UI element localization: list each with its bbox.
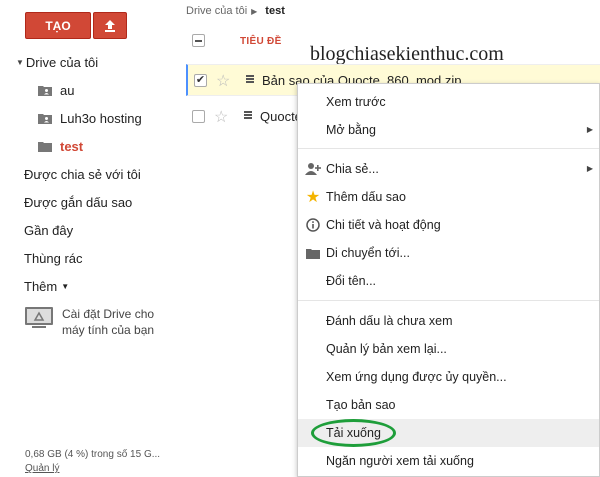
sidebar-item-label: Thêm bbox=[24, 278, 58, 294]
sidebar: TẠO ▼ Drive của tôi au Luh3o hosting tes… bbox=[0, 0, 180, 477]
menu-item-label: Chi tiết và hoạt động bbox=[326, 218, 441, 232]
row-checkbox[interactable]: ✔ bbox=[194, 74, 207, 87]
sidebar-item-label: Thùng rác bbox=[24, 250, 83, 266]
create-button[interactable]: TẠO bbox=[25, 12, 91, 39]
star-icon: ★ bbox=[305, 189, 321, 206]
breadcrumb: Drive của tôi ▶ test bbox=[186, 5, 285, 17]
menu-item-label: Quản lý bản xem lại... bbox=[326, 342, 447, 356]
storage-usage: 0,68 GB (4 %) trong số 15 G... bbox=[25, 449, 161, 460]
sidebar-item-label: Được chia sẻ với tôi bbox=[24, 166, 141, 182]
shared-folder-icon bbox=[38, 113, 52, 124]
star-outline-icon[interactable]: ☆ bbox=[216, 71, 230, 91]
sidebar-item-label: Gần đây bbox=[24, 222, 74, 238]
sidebar-item-more[interactable]: Thêm ▼ bbox=[0, 272, 180, 300]
file-type-icon bbox=[244, 111, 252, 120]
menu-item-label: Xem trước bbox=[326, 95, 386, 109]
submenu-arrow-icon: ▶ bbox=[586, 125, 593, 134]
install-drive-label: Cài đặt Drive cho máy tính của bạn bbox=[62, 307, 155, 337]
info-icon bbox=[305, 217, 321, 233]
sidebar-item-trash[interactable]: Thùng rác bbox=[0, 244, 180, 272]
menu-item-label: Ngăn người xem tải xuống bbox=[326, 454, 474, 468]
sidebar-item-shared-with-me[interactable]: Được chia sẻ với tôi bbox=[0, 160, 180, 188]
menu-item-label: Tạo bản sao bbox=[326, 398, 396, 412]
menu-item-label: Xem ứng dụng được ủy quyền... bbox=[326, 370, 507, 384]
menu-item-preview[interactable]: Xem trước bbox=[298, 88, 599, 116]
menu-item-move-to[interactable]: Di chuyển tới... bbox=[298, 239, 599, 267]
highlight-ring-annotation bbox=[311, 419, 396, 447]
menu-item-label: Thêm dấu sao bbox=[326, 190, 406, 204]
menu-item-mark-unviewed[interactable]: Đánh dấu là chưa xem bbox=[298, 307, 599, 335]
chevron-down-icon: ▼ bbox=[61, 281, 70, 291]
menu-item-manage-revisions[interactable]: Quản lý bản xem lại... bbox=[298, 335, 599, 363]
star-outline-icon[interactable]: ☆ bbox=[214, 107, 228, 127]
drive-computer-icon bbox=[25, 307, 53, 328]
sidebar-item-luh3o-hosting[interactable]: Luh3o hosting bbox=[0, 104, 180, 132]
sidebar-item-label: au bbox=[60, 82, 75, 98]
breadcrumb-root[interactable]: Drive của tôi bbox=[186, 5, 247, 17]
sidebar-item-label: Luh3o hosting bbox=[60, 110, 142, 126]
sidebar-item-label: Được gắn dấu sao bbox=[24, 194, 133, 210]
row-checkbox[interactable] bbox=[192, 110, 205, 123]
menu-item-add-star[interactable]: ★ Thêm dấu sao bbox=[298, 183, 599, 211]
sidebar-item-my-drive[interactable]: ▼ Drive của tôi bbox=[0, 48, 180, 76]
sidebar-nav: ▼ Drive của tôi au Luh3o hosting test Đư… bbox=[0, 48, 180, 300]
folder-icon bbox=[305, 245, 321, 261]
menu-item-share[interactable]: Chia sẻ... ▶ bbox=[298, 155, 599, 183]
upload-icon bbox=[105, 19, 115, 32]
sidebar-item-label: test bbox=[60, 138, 84, 154]
menu-item-rename[interactable]: Đổi tên... bbox=[298, 267, 599, 295]
breadcrumb-separator-icon: ▶ bbox=[251, 6, 258, 16]
breadcrumb-current: test bbox=[265, 5, 285, 17]
menu-item-open-with[interactable]: Mở bằng ▶ bbox=[298, 116, 599, 144]
submenu-arrow-icon: ▶ bbox=[586, 164, 593, 173]
menu-item-make-copy[interactable]: Tạo bản sao bbox=[298, 391, 599, 419]
sidebar-item-label: Drive của tôi bbox=[25, 54, 99, 70]
menu-item-authorized-apps[interactable]: Xem ứng dụng được ủy quyền... bbox=[298, 363, 599, 391]
context-menu: Xem trước Mở bằng ▶ Chia sẻ... ▶ ★ Thêm … bbox=[297, 83, 600, 477]
folder-icon bbox=[38, 141, 52, 152]
menu-divider bbox=[298, 148, 599, 149]
file-name[interactable]: Quocte bbox=[260, 109, 302, 124]
menu-item-label: Mở bằng bbox=[326, 123, 376, 137]
sidebar-item-recent[interactable]: Gần đây bbox=[0, 216, 180, 244]
menu-item-label: Chia sẻ... bbox=[326, 162, 379, 176]
menu-item-label: Đánh dấu là chưa xem bbox=[326, 314, 453, 328]
title-column-header[interactable]: TIÊU ĐỀ bbox=[240, 36, 282, 47]
select-all-checkbox[interactable] bbox=[192, 34, 205, 47]
menu-item-label: Đổi tên... bbox=[326, 274, 377, 288]
menu-item-details-activity[interactable]: Chi tiết và hoạt động bbox=[298, 211, 599, 239]
menu-item-prevent-download[interactable]: Ngăn người xem tải xuống bbox=[298, 447, 599, 475]
menu-item-label: Di chuyển tới... bbox=[326, 246, 410, 260]
manage-storage-link[interactable]: Quản lý bbox=[25, 463, 59, 474]
sidebar-item-au[interactable]: au bbox=[0, 76, 180, 104]
zip-file-icon bbox=[246, 75, 254, 84]
menu-divider bbox=[298, 300, 599, 301]
shared-folder-icon bbox=[38, 85, 52, 96]
share-person-icon bbox=[305, 161, 321, 177]
install-drive-promo[interactable]: Cài đặt Drive cho máy tính của bạn bbox=[24, 306, 172, 338]
sidebar-item-test[interactable]: test bbox=[0, 132, 180, 160]
expand-triangle-icon[interactable]: ▼ bbox=[16, 58, 24, 67]
sidebar-item-starred[interactable]: Được gắn dấu sao bbox=[0, 188, 180, 216]
watermark-text: blogchiasekienthuc.com bbox=[310, 43, 504, 65]
upload-button[interactable] bbox=[93, 12, 127, 39]
